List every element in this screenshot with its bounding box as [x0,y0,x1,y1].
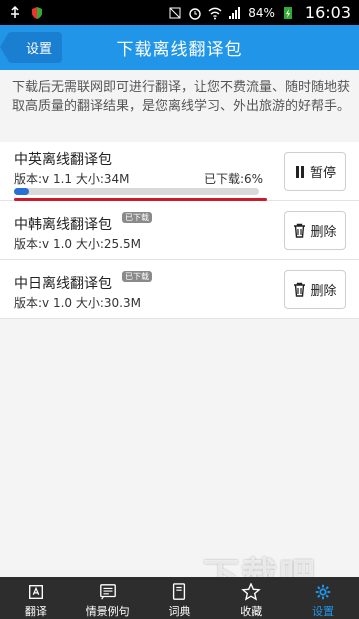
mute-icon [169,7,181,18]
gear-icon [315,584,331,600]
app-header: 设置 下载离线翻译包 [0,25,359,70]
download-progress-fill [14,188,29,195]
usb-icon [11,5,19,18]
nav-settings[interactable]: 设置 [287,577,359,619]
package-name: 中韩离线翻译包 [14,217,112,233]
signal-icon [229,6,241,19]
pause-icon [295,165,304,178]
delete-button-label: 删除 [310,225,337,240]
bottom-nav: 翻译 情景例句 词典 收藏 设置 [0,577,359,619]
nav-label: 收藏 [240,605,263,618]
nav-translate[interactable]: 翻译 [0,577,72,619]
sentence-icon [99,584,116,600]
package-meta: 版本:v 1.0 大小:25.5M [14,237,141,251]
nav-label: 情景例句 [85,605,130,618]
nav-label: 词典 [168,605,191,618]
clock: 16:03 [304,3,351,22]
delete-button[interactable]: 删除 [284,211,346,250]
page-title: 下载离线翻译包 [116,40,243,60]
dictionary-icon [173,583,186,600]
download-progress-bar [14,188,259,195]
shield-icon [32,6,42,19]
package-name: 中日离线翻译包 [14,276,112,292]
trash-icon [294,282,306,297]
wifi-icon [208,7,222,19]
intro-text: 下载后无需联网即可进行翻译，让您不费流量、随时随地获取高质量的翻译结果，是您离线… [12,80,351,114]
list-item: 中日离线翻译包 已下载 版本:v 1.0 大小:30.3M 删除 [0,260,359,319]
package-meta: 版本:v 1.0 大小:30.3M [14,296,141,310]
list-item: 中韩离线翻译包 已下载 版本:v 1.0 大小:25.5M 删除 [0,201,359,260]
star-icon [241,583,262,601]
download-progress-label: 已下载:6% [204,172,264,186]
nav-favorites[interactable]: 收藏 [215,577,287,619]
nav-label: 翻译 [24,605,47,618]
package-name: 中英离线翻译包 [14,152,112,168]
status-badge: 已下载 [122,271,152,282]
back-button[interactable]: 设置 [0,32,63,63]
nav-dictionary[interactable]: 词典 [144,577,216,619]
alarm-icon [189,7,201,20]
package-list: 中英离线翻译包 版本:v 1.1 大小:34M 已下载:6% 暂停 中韩离线翻译… [0,142,359,319]
package-meta: 版本:v 1.1 大小:34M [14,172,130,186]
status-bar: 84% 16:03 [0,0,359,25]
battery-icon [283,6,292,19]
battery-percent: 84% [248,5,275,20]
nav-label: 设置 [312,605,335,618]
trash-icon [294,223,306,238]
delete-button[interactable]: 删除 [284,270,346,309]
status-badge: 已下载 [122,212,152,223]
translate-icon [28,585,43,599]
nav-sentences[interactable]: 情景例句 [72,577,144,619]
pause-button-label: 暂停 [309,166,336,181]
delete-button-label: 删除 [310,284,337,299]
list-item: 中英离线翻译包 版本:v 1.1 大小:34M 已下载:6% 暂停 [0,142,359,201]
pause-button[interactable]: 暂停 [284,152,346,191]
